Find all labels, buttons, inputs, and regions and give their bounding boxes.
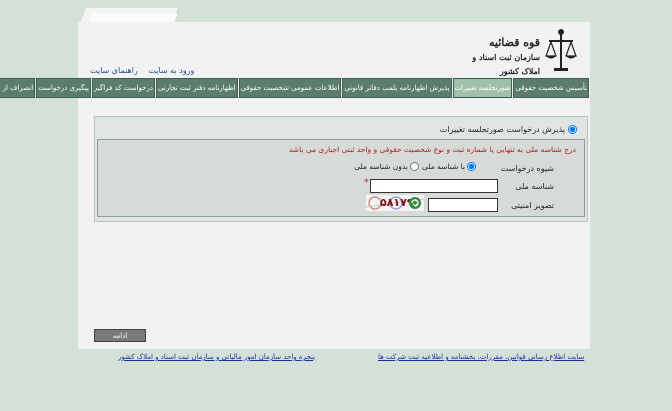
without-national-id-label: بدون شناسه ملی xyxy=(354,162,408,171)
scales-emblem-icon xyxy=(545,29,577,71)
option-with-id: با شناسه ملی xyxy=(422,162,476,171)
option-without-id: بدون شناسه ملی xyxy=(354,162,419,171)
site-guide-link[interactable]: راهنمای سایت xyxy=(90,66,138,75)
organization-logo: قوه قضائیه سازمان ثبت اسناد و املاک کشور xyxy=(468,28,578,76)
login-link[interactable]: ورود به سایت xyxy=(148,66,194,75)
logo-title: قوه قضائیه xyxy=(489,36,540,49)
national-id-label: شناسه ملی xyxy=(515,182,554,191)
required-notice: درج شناسه ملی به تنهایی یا شماره ثبت و ن… xyxy=(288,145,576,154)
request-form-panel: پذیرش درخواست صورتجلسه تغییرات درج شناسه… xyxy=(94,116,588,222)
continue-button[interactable]: ادامه xyxy=(94,329,146,342)
header: ورود به سایت راهنمای سایت قوه قضائیه ساز… xyxy=(78,22,590,78)
page-container: ورود به سایت راهنمای سایت قوه قضائیه ساز… xyxy=(0,22,590,349)
captcha-label: تصویر امنیتی xyxy=(511,201,554,210)
logo-text: قوه قضائیه سازمان ثبت اسناد و املاک کشور xyxy=(468,36,540,78)
nav-item-comprehensive-code[interactable]: درخواست کد فراگیر xyxy=(91,78,155,98)
captcha-input[interactable] xyxy=(428,198,498,212)
footer-link-regulations[interactable]: سایت اطلاع رسانی قوانین، مقررات، بخشنامه… xyxy=(378,353,584,361)
header-links: ورود به سایت راهنمای سایت xyxy=(82,66,194,75)
footer-link-tax-portal[interactable]: پنجره واحد سازمان امور مالیاتی و سازمان … xyxy=(118,353,315,361)
main-nav: تأسیس شخصیت حقوقی صورتجلسه تغییرات پذیرش… xyxy=(0,78,589,98)
nav-item-legal-entity-info[interactable]: اطلاعات عمومی شخصیت حقوقی xyxy=(238,78,342,98)
logo-subtitle: سازمان ثبت اسناد و املاک کشور xyxy=(472,52,540,76)
main-option-label: پذیرش درخواست صورتجلسه تغییرات xyxy=(439,125,565,134)
nav-item-cancel-request[interactable]: انصراف از درخواست xyxy=(0,78,36,98)
main-option: پذیرش درخواست صورتجلسه تغییرات xyxy=(440,125,577,134)
required-asterisk: * xyxy=(364,178,369,188)
nav-item-track-request[interactable]: پیگیری درخواست xyxy=(36,78,91,98)
national-id-input[interactable] xyxy=(370,179,498,193)
form-fields-box: درج شناسه ملی به تنهایی یا شماره ثبت و ن… xyxy=(97,139,585,217)
nav-item-commercial-registry[interactable]: اظهارنامه دفتر ثبت تجارتی xyxy=(155,78,238,98)
accept-change-minutes-radio[interactable] xyxy=(568,125,577,134)
with-national-id-label: با شناسه ملی xyxy=(421,162,465,171)
captcha-image[interactable]: ۵۸۱۷۹ xyxy=(366,195,424,211)
without-national-id-radio[interactable] xyxy=(410,162,419,171)
refresh-captcha-icon[interactable] xyxy=(408,196,422,210)
nav-item-legal-books-sealing[interactable]: پذیرش اظهارنامه پلمب دفاتر قانونی xyxy=(342,78,452,98)
nav-item-change-minutes[interactable]: صورتجلسه تغییرات xyxy=(452,78,513,98)
nav-item-establish-legal-entity[interactable]: تأسیس شخصیت حقوقی xyxy=(513,78,589,98)
with-national-id-radio[interactable] xyxy=(467,162,476,171)
request-method-label: شیوه درخواست xyxy=(500,164,554,173)
